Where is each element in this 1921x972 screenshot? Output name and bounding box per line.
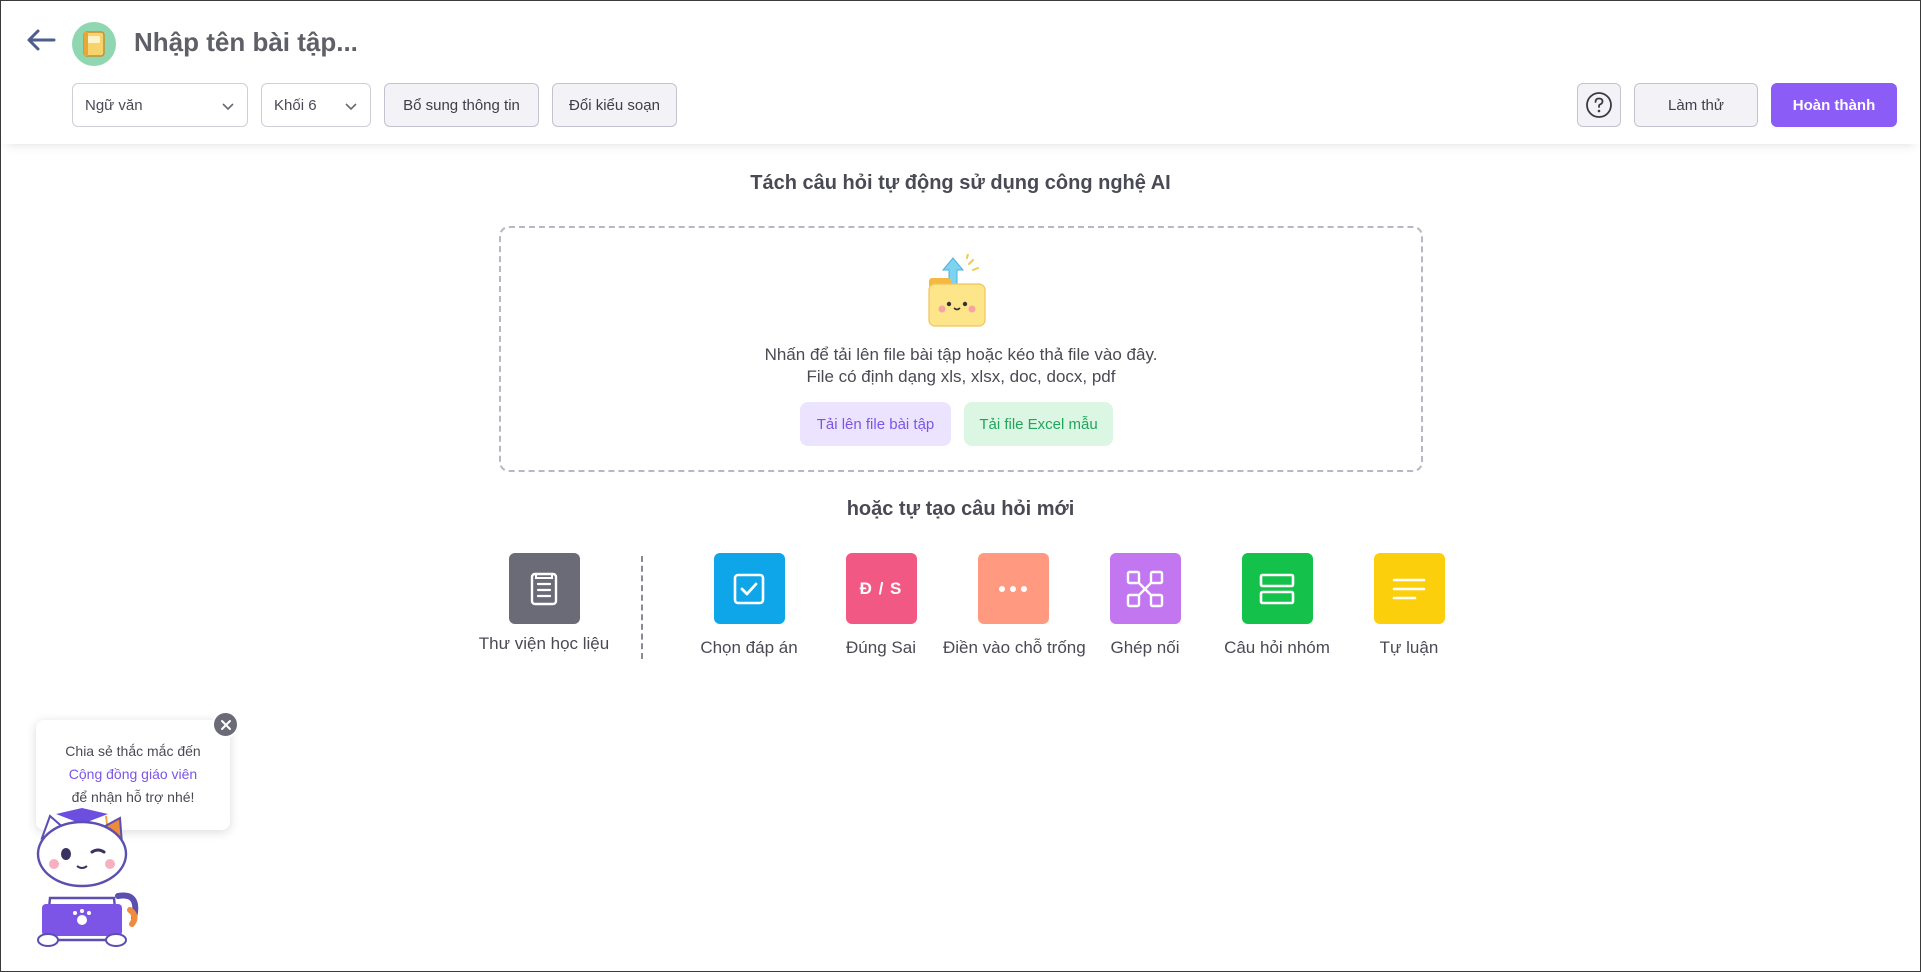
- arrow-left-icon: [27, 29, 56, 51]
- page-title[interactable]: Nhập tên bài tập...: [134, 27, 358, 58]
- add-info-button[interactable]: Bổ sung thông tin: [384, 83, 539, 127]
- dots-icon: [977, 553, 1049, 624]
- download-excel-template-button[interactable]: Tải file Excel mẫu: [964, 402, 1113, 446]
- support-text-line3: để nhận hỗ trợ nhé!: [71, 789, 195, 805]
- file-dropzone[interactable]: Nhấn để tải lên file bài tập hoặc kéo th…: [499, 226, 1423, 472]
- qtype-label: Ghép nối: [1110, 638, 1180, 657]
- ai-section-heading: Tách câu hỏi tự động sử dụng công nghệ A…: [750, 172, 1171, 194]
- upload-folder-icon: [928, 254, 986, 327]
- chevron-down-icon: [222, 103, 234, 111]
- app-frame: [0, 0, 1921, 972]
- finish-button[interactable]: Hoàn thành: [1771, 83, 1897, 127]
- qtype-fill-blank[interactable]: Điền vào chỗ trống: [943, 553, 1086, 658]
- cat-mascot-icon[interactable]: [22, 808, 150, 948]
- grade-select-value: Khối 6: [274, 96, 317, 114]
- qtype-essay[interactable]: Tự luận: [1339, 553, 1479, 658]
- book-icon: [72, 22, 116, 66]
- grade-select[interactable]: Khối 6: [261, 83, 371, 127]
- qtype-group-question[interactable]: Câu hỏi nhóm: [1207, 553, 1347, 658]
- dropzone-instruction: Nhấn để tải lên file bài tập hoặc kéo th…: [764, 345, 1158, 364]
- back-button[interactable]: [23, 25, 59, 55]
- upload-file-button[interactable]: Tải lên file bài tập: [800, 402, 951, 446]
- connect-icon: [1109, 553, 1181, 624]
- qtype-label: Tự luận: [1379, 638, 1439, 657]
- create-section-heading: hoặc tự tạo câu hỏi mới: [846, 498, 1075, 520]
- qtype-label: Chọn đáp án: [700, 638, 798, 657]
- qtype-matching[interactable]: Ghép nối: [1075, 553, 1215, 658]
- support-text-line1: Chia sẻ thắc mắc đến: [65, 743, 201, 759]
- section-divider: [641, 556, 643, 659]
- dropzone-formats: File có định dạng xls, xlsx, doc, docx, …: [806, 367, 1116, 386]
- help-button[interactable]: [1577, 83, 1621, 127]
- close-icon: [220, 719, 231, 730]
- qtype-label: Điền vào chỗ trống: [943, 638, 1086, 657]
- community-link[interactable]: Cộng đồng giáo viên: [36, 763, 230, 786]
- subject-select[interactable]: Ngữ văn: [72, 83, 248, 127]
- qtype-label: Đúng Sai: [846, 638, 916, 657]
- header-bar: Nhập tên bài tập... Ngữ văn Khối 6 Bổ su…: [1, 1, 1920, 144]
- checkbox-icon: [713, 553, 785, 624]
- close-bubble-button[interactable]: [212, 711, 239, 738]
- library-button[interactable]: Thư viện học liệu: [474, 553, 614, 654]
- lines-icon: [1373, 553, 1445, 624]
- qtype-true-false[interactable]: Đ / S Đúng Sai: [811, 553, 951, 658]
- library-label: Thư viện học liệu: [478, 634, 610, 653]
- library-icon: [508, 553, 580, 624]
- group-icon: [1241, 553, 1313, 624]
- subject-select-value: Ngữ văn: [85, 96, 143, 114]
- try-button[interactable]: Làm thử: [1634, 83, 1758, 127]
- true-false-glyph: Đ / S: [859, 578, 903, 598]
- qtype-multiple-choice[interactable]: Chọn đáp án: [679, 553, 819, 658]
- change-mode-button[interactable]: Đổi kiểu soạn: [552, 83, 677, 127]
- true-false-icon: Đ / S: [845, 553, 917, 624]
- question-circle-icon: [1586, 92, 1612, 118]
- chevron-down-icon: [345, 103, 357, 111]
- qtype-label: Câu hỏi nhóm: [1224, 638, 1330, 657]
